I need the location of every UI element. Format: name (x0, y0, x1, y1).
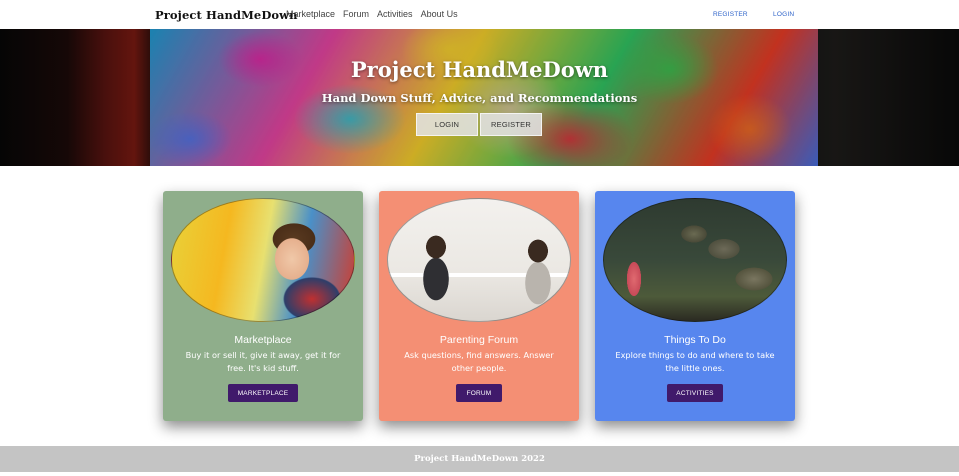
hero-subtitle: Hand Down Stuff, Advice, and Recommendat… (321, 91, 638, 105)
forum-image (387, 198, 571, 322)
nav-link-about-us[interactable]: About Us (421, 9, 458, 19)
hero-register-button[interactable]: REGISTER (480, 113, 542, 136)
activities-card: Things To Do Explore things to do and wh… (595, 191, 795, 421)
marketplace-button[interactable]: MARKETPLACE (228, 384, 298, 402)
nav-login-link[interactable]: LOGIN (773, 11, 794, 18)
card-title: Parenting Forum (439, 334, 519, 346)
nav-links: Marketplace Forum Activities About Us (286, 9, 458, 19)
activities-image (603, 198, 787, 322)
footer: Project HandMeDown 2022 (0, 446, 959, 472)
brand-logo[interactable]: Project HandMeDown (155, 8, 298, 22)
forum-button[interactable]: FORUM (456, 384, 502, 402)
forum-card: Parenting Forum Ask questions, find answ… (379, 191, 579, 421)
footer-text: Project HandMeDown 2022 (414, 454, 545, 464)
nav-link-marketplace[interactable]: Marketplace (286, 9, 335, 19)
nav-link-forum[interactable]: Forum (343, 9, 369, 19)
hero-login-button[interactable]: LOGIN (416, 113, 478, 136)
card-description: Buy it or sell it, give it away, get it … (185, 350, 341, 373)
card-title: Marketplace (234, 334, 292, 346)
marketplace-card: Marketplace Buy it or sell it, give it a… (163, 191, 363, 421)
navbar: Project HandMeDown Marketplace Forum Act… (0, 0, 959, 29)
card-title: Things To Do (664, 334, 726, 346)
activities-button[interactable]: ACTIVITIES (667, 384, 723, 402)
card-description: Ask questions, find answers. Answer othe… (404, 350, 554, 373)
hero-title: Project HandMeDown (350, 57, 609, 82)
card-description: Explore things to do and where to take t… (615, 350, 775, 373)
marketplace-image (171, 198, 355, 322)
hero-banner: Project HandMeDown Hand Down Stuff, Advi… (0, 29, 959, 166)
nav-link-activities[interactable]: Activities (377, 9, 413, 19)
nav-register-link[interactable]: REGISTER (713, 11, 748, 18)
